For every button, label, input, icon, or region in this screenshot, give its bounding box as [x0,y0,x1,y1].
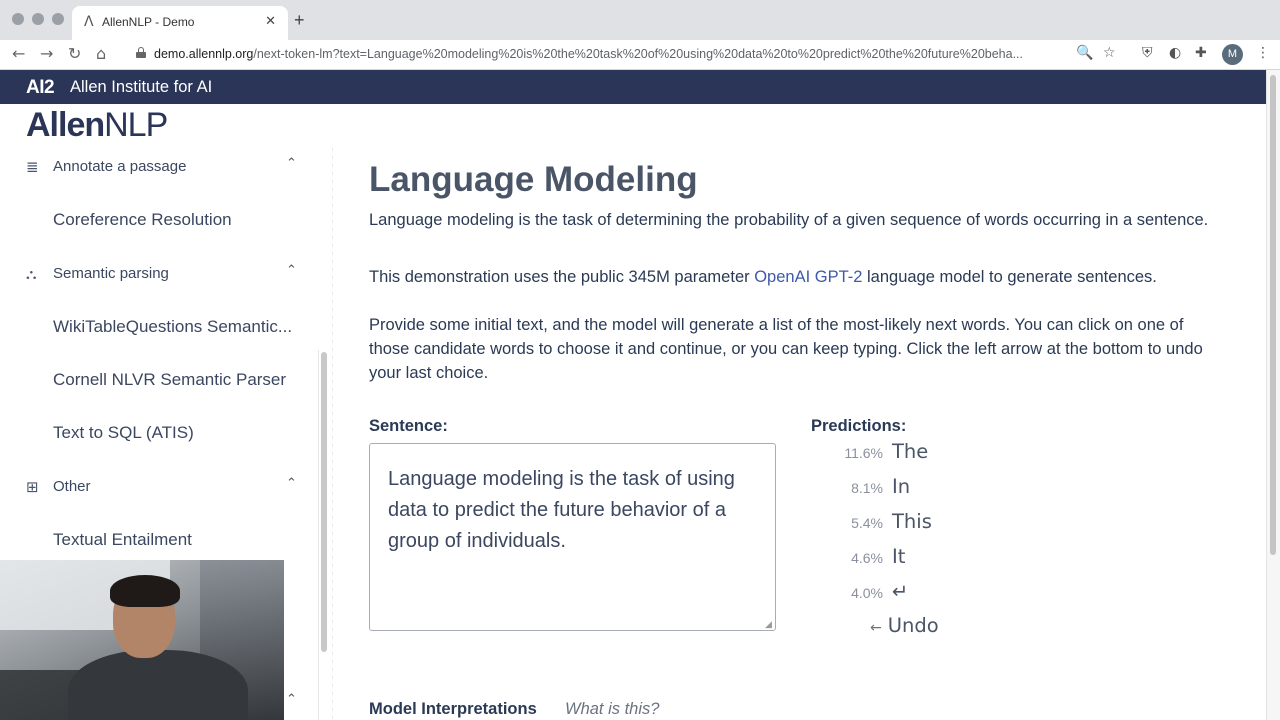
sidebar-group-other[interactable]: ⊞ Other ⌃ [0,472,310,502]
chevron-up-icon[interactable]: ⌃ [286,263,297,278]
back-icon[interactable]: ← [12,44,25,63]
prediction-probability: 8.1% [851,480,883,496]
browser-menu-icon[interactable]: ⋮ [1256,44,1270,61]
sentence-label: Sentence: [369,417,448,435]
window-close-button[interactable] [12,13,24,25]
gpt2-link[interactable]: OpenAI GPT-2 [754,268,862,286]
logo-allen: Allen [26,106,105,144]
page-scrollbar-thumb[interactable] [1270,75,1276,555]
sidebar-group-label: Semantic parsing [53,265,169,282]
prediction-item[interactable]: 11.6% The [811,439,1011,469]
tree-icon: ⛬ [26,265,37,283]
newline-icon[interactable]: ↵ [892,580,908,603]
instructions-paragraph: Provide some initial text, and the model… [369,316,1203,382]
allennlp-favicon-icon: Λ [84,14,94,30]
page-title: Language Modeling [369,160,698,199]
logo-nlp: NLP [104,106,168,144]
forward-icon[interactable]: → [40,44,53,63]
sidebar-item-nlvr[interactable]: Cornell NLVR Semantic Parser [53,370,303,390]
chevron-up-icon[interactable]: ⌃ [286,156,297,171]
chevron-up-icon[interactable]: ⌃ [286,692,297,707]
sidebar-item-textual-entailment[interactable]: Textual Entailment [53,530,303,550]
sidebar-divider [332,148,333,720]
description-paragraph: Language modeling is the task of determi… [369,211,1209,229]
prediction-word[interactable]: The [892,440,928,463]
description-paragraph: This demonstration uses the public 345M … [369,265,1209,289]
window-zoom-button[interactable] [52,13,64,25]
tab-close-icon[interactable]: ✕ [265,13,276,29]
ai2-name[interactable]: Allen Institute for AI [70,78,212,97]
tab-title: AllenNLP - Demo [102,15,195,29]
passage-icon: ≣ [26,158,39,176]
prediction-item[interactable]: 8.1% In [811,474,1011,504]
url-path: /next-token-lm?text=Language%20modeling%… [253,47,1024,61]
description-text: This demonstration uses the public 345M … [369,268,755,286]
extension-icon[interactable]: ⛨ [1142,45,1153,61]
model-interpretations-heading: Model Interpretations [369,700,537,718]
predictions-label: Predictions: [811,417,907,435]
sidebar-group-label: Annotate a passage [53,158,187,175]
undo-button[interactable]: ← Undo [870,614,939,637]
browser-titlebar: Λ AllenNLP - Demo ✕ + [0,0,1280,40]
chevron-up-icon[interactable]: ⌃ [286,476,297,491]
ai2-banner: AI2 Allen Institute for AI [0,70,1266,104]
prediction-probability: 4.0% [851,585,883,601]
sidebar-group-semantic-parsing[interactable]: ⛬ Semantic parsing ⌃ [0,259,310,289]
grid-icon: ⊞ [26,478,39,496]
zoom-icon[interactable]: 🔍 [1076,45,1093,61]
home-icon[interactable]: ⌂ [96,44,106,63]
resize-handle-icon[interactable]: ◢ [765,620,772,630]
prediction-item[interactable]: 4.0% ↵ [811,579,1011,609]
description-text: language model to generate sentences. [862,268,1157,286]
prediction-probability: 5.4% [851,515,883,531]
profile-avatar[interactable]: M [1222,44,1243,65]
bookmark-star-icon[interactable]: ☆ [1103,45,1116,61]
browser-tab[interactable]: Λ AllenNLP - Demo ✕ [72,6,288,40]
extension-icon[interactable]: ◐ [1169,45,1181,61]
sidebar-scrollbar-thumb[interactable] [321,352,327,652]
undo-label: Undo [887,614,939,637]
prediction-item[interactable]: 4.6% It [811,544,1011,574]
reload-icon[interactable]: ↻ [68,44,81,63]
address-bar[interactable]: demo.allennlp.org/next-token-lm?text=Lan… [154,47,1059,61]
sidebar-item-coreference[interactable]: Coreference Resolution [53,210,303,230]
sidebar-group-annotate[interactable]: ≣ Annotate a passage ⌃ [0,152,310,182]
lock-icon[interactable] [136,47,146,58]
prediction-word[interactable]: It [892,545,905,568]
what-is-this-link[interactable]: What is this? [565,700,659,719]
ai2-logo[interactable]: AI2 [26,77,55,99]
prediction-word[interactable]: In [892,475,910,498]
sidebar-item-text-to-sql[interactable]: Text to SQL (ATIS) [53,423,303,443]
sentence-input[interactable]: Language modeling is the task of using d… [369,443,776,631]
prediction-probability: 4.6% [851,550,883,566]
puzzle-extensions-icon[interactable]: ✚ [1195,45,1207,61]
sidebar-group-label: Other [53,478,91,495]
prediction-probability: 11.6% [844,445,883,461]
new-tab-button[interactable]: + [294,10,305,31]
window-minimize-button[interactable] [32,13,44,25]
sidebar-item-wikitable[interactable]: WikiTableQuestions Semantic... [53,317,303,337]
prediction-item[interactable]: 5.4% This [811,509,1011,539]
prediction-word[interactable]: This [892,510,932,533]
url-host: demo.allennlp.org [154,47,254,61]
left-arrow-icon: ← [870,620,882,636]
allennlp-logo[interactable]: AllenNLP [26,106,168,145]
webcam-overlay [0,560,284,720]
browser-toolbar: ← → ↻ ⌂ demo.allennlp.org/next-token-lm?… [0,40,1280,70]
